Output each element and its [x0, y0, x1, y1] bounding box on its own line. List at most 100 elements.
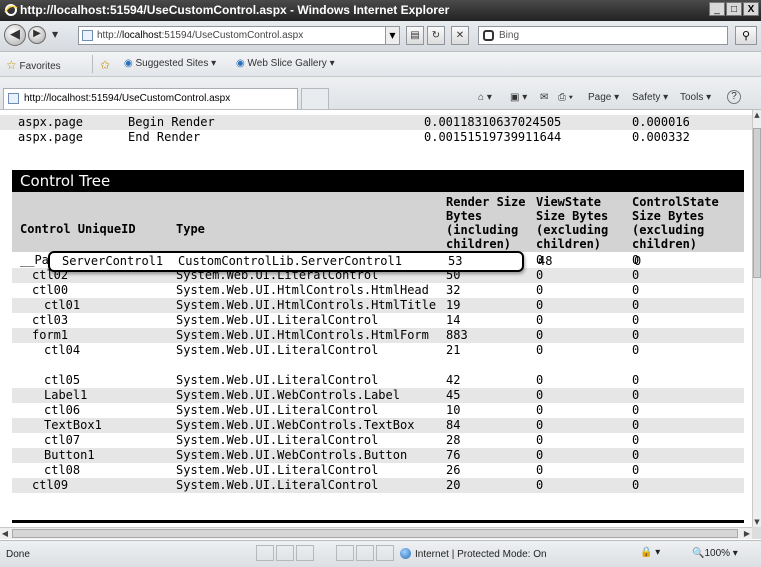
column-header-viewstate-size: ViewState Size Bytes (excluding children… [536, 195, 608, 251]
cell-id: ctl00 [32, 283, 69, 297]
cell-render: 28 [446, 433, 461, 447]
back-arrow-icon: ◀ [10, 27, 20, 42]
favorites-button[interactable]: ☆ Favorites [6, 58, 61, 72]
web-slice-gallery-label: Web Slice Gallery ▾ [247, 58, 335, 69]
search-button[interactable]: ⚲ [735, 26, 757, 45]
status-text: Done [6, 549, 30, 560]
address-dropdown-button[interactable]: ▼ [385, 26, 400, 45]
cell-controlstate: 0 [632, 283, 640, 297]
header-line: Bytes [446, 209, 483, 223]
table-row: TextBox1 System.Web.UI.WebControls.TextBo… [12, 418, 744, 433]
table-row: ctl07 System.Web.UI.LiteralControl 28 0 0 [12, 433, 744, 448]
vertical-scroll-thumb[interactable] [753, 128, 761, 278]
trace-from-last: 0.000332 [632, 130, 690, 144]
header-line: Size Bytes [536, 209, 609, 223]
protected-mode-button[interactable]: 🔒 ▾ [640, 547, 660, 558]
tools-menu[interactable]: Tools ▾ [680, 92, 711, 103]
mail-icon: ✉ [540, 92, 549, 103]
horizontal-scrollbar[interactable]: ◀ ▶ [0, 527, 752, 539]
trace-message: End Render [128, 130, 201, 144]
scroll-up-icon[interactable]: ▲ [753, 110, 761, 120]
header-line: Size Bytes [632, 209, 705, 223]
header-line: (including [446, 223, 519, 237]
address-input[interactable]: http://localhost:51594/UseCustomControl.… [78, 26, 400, 45]
cell-id: ctl05 [44, 373, 81, 387]
horizontal-scroll-thumb[interactable] [12, 529, 738, 538]
table-row: ctl00 System.Web.UI.HtmlControls.HtmlHead… [12, 283, 744, 298]
scroll-right-icon[interactable]: ▶ [742, 528, 752, 539]
url-prefix: http:// [97, 30, 123, 41]
suggested-sites-label: Suggested Sites ▾ [135, 58, 217, 69]
column-header-id: Control UniqueID [20, 222, 136, 236]
scroll-down-icon[interactable]: ▼ [753, 517, 761, 527]
status-pane [356, 545, 374, 561]
trace-from-first: 0.00118310637024505 [424, 115, 562, 129]
compatibility-view-button[interactable]: ▤ [406, 26, 424, 45]
cell-controlstate: 0 [632, 313, 640, 327]
feeds-button[interactable]: ▣ ▾ [510, 92, 527, 103]
cell-controlstate: 0 [632, 343, 640, 357]
table-row: ctl06 System.Web.UI.LiteralControl 10 0 0 [12, 403, 744, 418]
column-header-type: Type [176, 222, 205, 236]
cell-type: System.Web.UI.LiteralControl [176, 313, 379, 327]
url-host: localhost [122, 30, 162, 41]
back-button[interactable]: ◀ [4, 24, 26, 46]
table-row: Label1 System.Web.UI.WebControls.Label 45 0… [12, 388, 744, 403]
header-line: children) [632, 237, 698, 251]
print-button[interactable]: ⎙ ▾ [558, 92, 573, 103]
stop-button[interactable]: ✕ [451, 26, 469, 45]
help-icon[interactable]: ? [727, 90, 741, 104]
security-zone-label: Internet | Protected Mode: On [415, 549, 547, 560]
vertical-scrollbar[interactable]: ▲ ▼ [752, 110, 761, 527]
cell-render: 32 [446, 283, 461, 297]
refresh-button[interactable]: ↻ [427, 26, 445, 45]
minimize-button[interactable]: _ [709, 2, 725, 16]
header-line: Render Size [446, 195, 526, 209]
web-slice-gallery-link[interactable]: ◉ Web Slice Gallery ▾ [236, 58, 335, 69]
window-title: http://localhost:51594/UseCustomControl.… [20, 3, 450, 17]
scroll-left-icon[interactable]: ◀ [0, 528, 10, 539]
cell-viewstate: 0 [536, 343, 544, 357]
header-line: (excluding [632, 223, 705, 237]
status-pane [276, 545, 294, 561]
ie-page-icon: ◉ [236, 58, 245, 69]
cell-id: ctl03 [32, 313, 69, 327]
cell-viewstate: 0 [536, 478, 544, 492]
page-menu[interactable]: Page ▾ [588, 92, 619, 103]
stop-icon: ✕ [455, 30, 465, 41]
status-pane [336, 545, 354, 561]
suggested-sites-link[interactable]: ◉ Suggested Sites ▾ [124, 58, 216, 69]
highlight-render: 53 [448, 254, 463, 268]
add-to-favorites-bar-button[interactable]: ✩ [100, 58, 110, 72]
search-icon: ⚲ [741, 29, 751, 42]
read-mail-button[interactable]: ✉ [540, 92, 548, 103]
home-button[interactable]: ⌂ ▾ [478, 92, 492, 103]
safety-menu[interactable]: Safety ▾ [632, 92, 668, 103]
tab-label: http://localhost:51594/UseCustomControl.… [24, 93, 231, 104]
cell-id: ctl07 [44, 433, 81, 447]
home-icon: ⌂ [478, 92, 485, 103]
cell-controlstate: 0 [632, 433, 640, 447]
zoom-button[interactable]: 🔍100% ▾ [692, 548, 738, 559]
favorites-bar: ☆ Favorites ✩ ◉ Suggested Sites ▾ ◉ Web … [0, 52, 761, 77]
cell-controlstate: 0 [632, 328, 640, 342]
cell-viewstate: 0 [536, 433, 544, 447]
table-row: ctl03 System.Web.UI.LiteralControl 14 0 0 [12, 313, 744, 328]
forward-button[interactable]: ▶ [28, 26, 46, 44]
tab-current[interactable]: http://localhost:51594/UseCustomControl.… [3, 88, 298, 109]
table-row: ctl08 System.Web.UI.LiteralControl 26 0 0 [12, 463, 744, 478]
compatibility-view-icon: ▤ [410, 30, 420, 41]
close-button[interactable]: X [743, 2, 759, 16]
maximize-button[interactable]: □ [726, 2, 742, 16]
cell-render: 84 [446, 418, 461, 432]
page-content: aspx.page Begin Render 0.001183106370245… [0, 110, 752, 527]
security-zone[interactable]: Internet | Protected Mode: On [400, 548, 547, 560]
cell-id: ctl04 [44, 343, 81, 357]
cell-id: ctl01 [44, 298, 81, 312]
lock-icon: 🔒 [640, 547, 653, 558]
recent-pages-dropdown-icon[interactable]: ▼ [52, 30, 58, 39]
trace-message: Begin Render [128, 115, 215, 129]
new-tab-button[interactable] [301, 88, 329, 109]
search-input[interactable]: Bing [478, 26, 728, 45]
cell-render: 883 [446, 328, 468, 342]
